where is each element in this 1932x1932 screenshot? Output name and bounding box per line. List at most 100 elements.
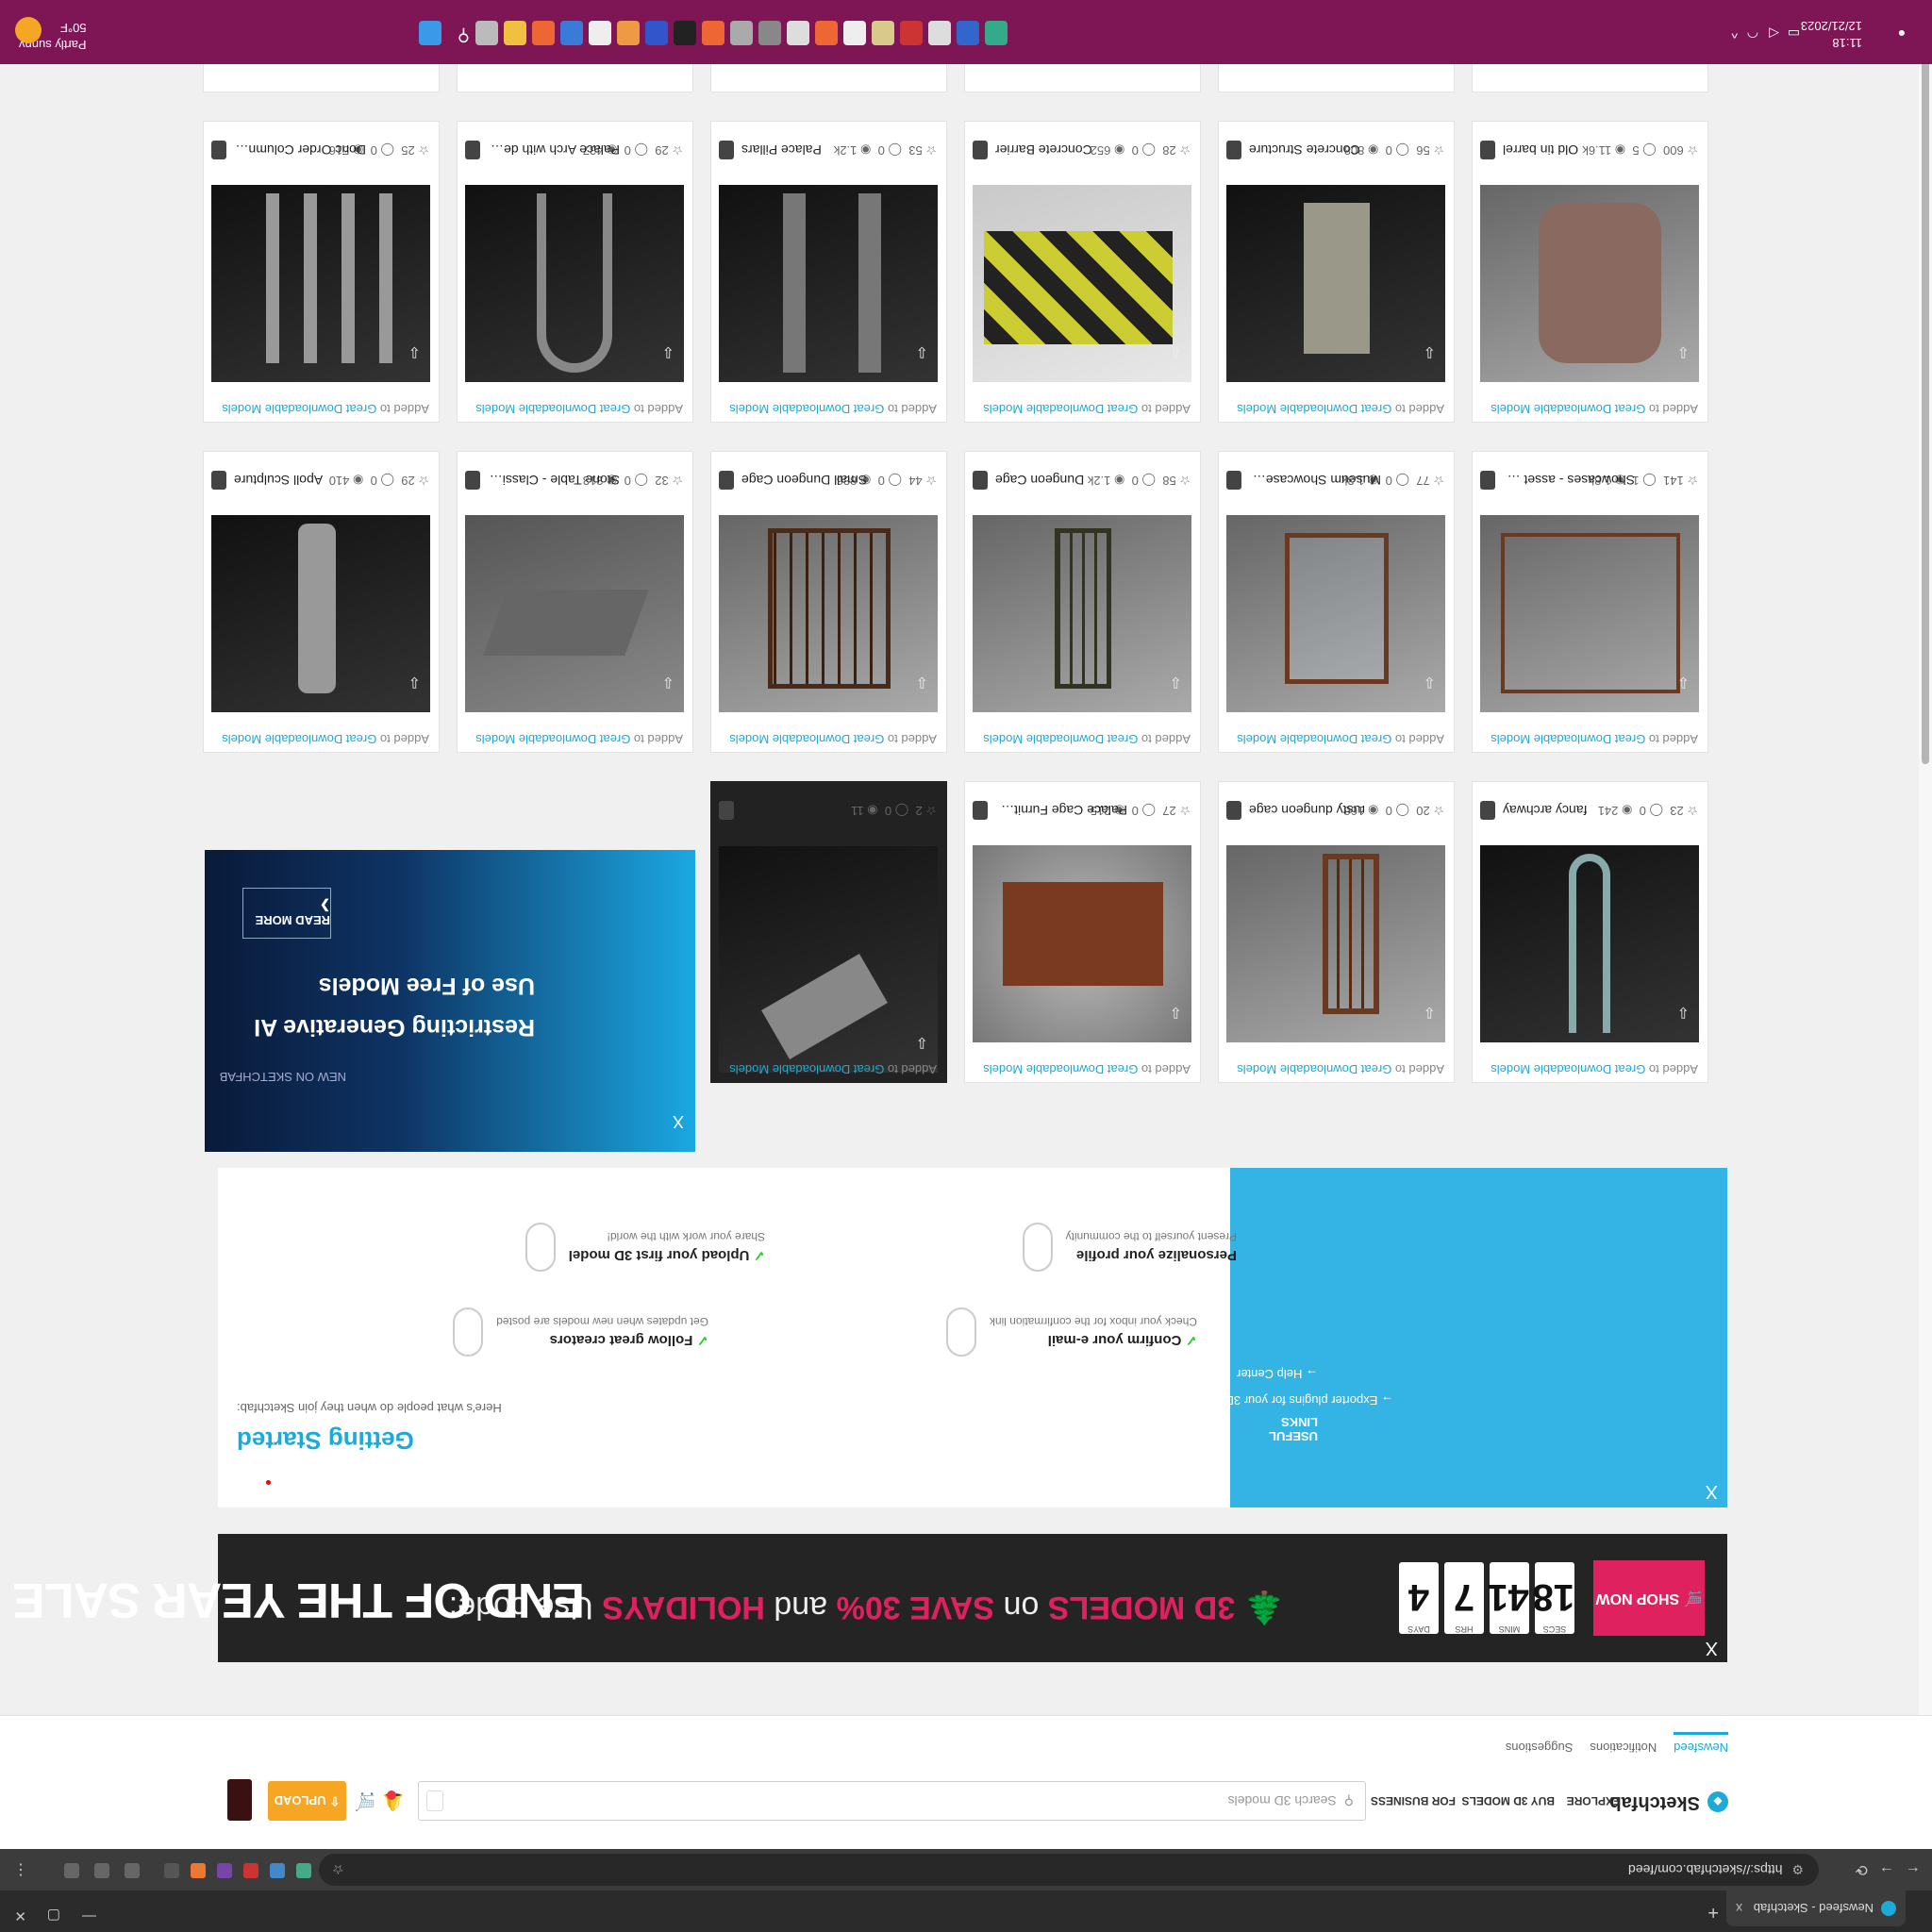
tab-close-icon[interactable]: x <box>1736 1901 1742 1916</box>
model-name[interactable]: Stone Table - Classical... <box>488 473 620 488</box>
collection-link[interactable]: Great Downloadable Models <box>1237 402 1391 416</box>
extension-icon[interactable] <box>164 1863 179 1878</box>
window-close-button[interactable]: ✕ <box>14 1907 26 1924</box>
browser-tab[interactable]: Newsfeed - Sketchfab x <box>1726 1890 1906 1926</box>
collection-link[interactable]: Great Downloadable Models <box>983 402 1138 416</box>
download-icon[interactable]: ⇩ <box>1677 342 1690 361</box>
notification-bell-icon[interactable]: ● <box>1898 26 1906 42</box>
tab-notifications[interactable]: Notifications <box>1590 1732 1657 1755</box>
maximize-button[interactable]: ▢ <box>47 1907 60 1924</box>
taskbar-app-icon[interactable] <box>872 21 894 45</box>
model-name[interactable]: Small Dungeon Cage <box>741 473 867 488</box>
collection-link[interactable]: Great Downloadable Models <box>475 732 630 746</box>
shop-now-button[interactable]: 🛒 SHOP NOW <box>1593 1560 1705 1636</box>
model-card[interactable]: ⇩ Added to Great Downloadable Models ☆ 44… <box>710 451 947 753</box>
model-name[interactable]: first person arms <box>741 803 840 818</box>
search-icon[interactable]: ⚲ <box>447 21 470 45</box>
model-name[interactable]: Old tin barrel <box>1503 142 1578 158</box>
nav-for-business[interactable]: FOR BUSINESS <box>1371 1794 1456 1807</box>
getting-started-close-button[interactable]: X <box>1706 1480 1718 1502</box>
side-panel-icon[interactable] <box>64 1863 79 1878</box>
taskbar-app-icon[interactable] <box>645 21 668 45</box>
task-confirm-email[interactable]: ✓Confirm your e-mail Check your inbox fo… <box>945 1307 1197 1357</box>
download-icon[interactable]: ⇩ <box>1424 1003 1436 1022</box>
download-icon[interactable]: ⇩ <box>916 342 928 361</box>
taskbar-app-icon[interactable] <box>702 21 724 45</box>
nav-explore[interactable]: EXPLORE <box>1567 1794 1621 1807</box>
creator-avatar[interactable] <box>1226 801 1241 820</box>
collection-link[interactable]: Great Downloadable Models <box>222 732 376 746</box>
creator-avatar[interactable] <box>973 141 988 159</box>
creator-avatar[interactable] <box>1480 141 1495 159</box>
battery-icon[interactable]: ▭ <box>1788 25 1800 42</box>
extension-icon[interactable] <box>191 1863 206 1878</box>
model-card[interactable]: ⇩ Added to Great Downloadable Models ☆ 53… <box>710 121 947 423</box>
model-card[interactable]: ⇩ Added to Great Downloadable Models ☆ 20… <box>1218 781 1455 1083</box>
taskbar-app-icon[interactable] <box>928 21 951 45</box>
sketchfab-logo[interactable]: ◆ Sketchfab <box>1609 1791 1728 1813</box>
model-name[interactable]: Concrete Barrier <box>995 142 1092 158</box>
download-icon[interactable]: ⇩ <box>1170 1003 1182 1022</box>
model-card[interactable]: ⇩ Added to Great Downloadable Models ☆ 25… <box>203 121 440 423</box>
creator-avatar[interactable] <box>719 141 734 159</box>
download-icon[interactable]: ⇩ <box>1424 342 1436 361</box>
model-name[interactable]: Showcases - asset p... <box>1503 473 1635 488</box>
search-input[interactable]: ⚲ Search 3D models <box>418 1781 1366 1821</box>
browser-menu-icon[interactable]: ⋮ <box>13 1860 28 1879</box>
taskbar-app-icon[interactable] <box>900 21 923 45</box>
creator-avatar[interactable] <box>465 141 480 159</box>
taskbar-app-icon[interactable] <box>957 21 979 45</box>
back-icon[interactable]: ← <box>1906 1862 1921 1879</box>
taskbar-app-icon[interactable] <box>758 21 781 45</box>
taskbar-app-icon[interactable] <box>787 21 809 45</box>
sale-close-button[interactable]: X <box>1706 1637 1718 1658</box>
nav-buy-3d-models[interactable]: BUY 3D MODELS <box>1462 1794 1555 1807</box>
collection-link[interactable]: Great Downloadable Models <box>1237 732 1391 746</box>
download-icon[interactable]: ⇩ <box>662 673 675 691</box>
site-info-icon[interactable]: ⚙ <box>1791 1862 1804 1878</box>
model-name[interactable]: fancy archway <box>1503 803 1587 818</box>
extension-icon[interactable] <box>296 1863 311 1878</box>
taskbar-app-icon[interactable] <box>560 21 583 45</box>
collection-link[interactable]: Great Downloadable Models <box>983 732 1138 746</box>
creator-avatar[interactable] <box>1226 141 1241 159</box>
creator-avatar[interactable] <box>973 801 988 820</box>
volume-icon[interactable]: ◁ <box>1769 25 1779 42</box>
model-name[interactable]: Concrete Structure <box>1249 142 1360 158</box>
creator-avatar[interactable] <box>973 471 988 490</box>
collection-link[interactable]: Great Downloadable Models <box>1237 1062 1391 1076</box>
creator-avatar[interactable] <box>1480 801 1495 820</box>
collection-link[interactable]: Great Downloadable Models <box>1491 402 1645 416</box>
creator-avatar[interactable] <box>1226 471 1241 490</box>
forward-icon[interactable]: → <box>1879 1862 1894 1879</box>
page-scrollbar[interactable] <box>1919 0 1932 1715</box>
collection-link[interactable]: Great Downloadable Models <box>1491 1062 1645 1076</box>
taskbar-app-icon[interactable] <box>730 21 753 45</box>
creator-avatar[interactable] <box>465 471 480 490</box>
collection-link[interactable]: Great Downloadable Models <box>475 402 630 416</box>
model-card[interactable]: ⇩ Added to Great Downloadable Models ☆ 28… <box>964 121 1201 423</box>
download-icon[interactable]: ⇩ <box>916 1033 928 1052</box>
model-card[interactable]: ⇩ Added to Great Downloadable Models ☆ 29… <box>203 451 440 753</box>
creator-avatar[interactable] <box>211 141 226 159</box>
collection-link[interactable]: Great Downloadable Models <box>729 1062 884 1076</box>
creator-avatar[interactable] <box>1480 471 1495 490</box>
creator-avatar[interactable] <box>719 801 734 820</box>
task-personalize-profile[interactable]: Personalize your profile Present yoursel… <box>1022 1223 1237 1272</box>
share-icon[interactable] <box>94 1863 109 1878</box>
download-icon[interactable]: ⇩ <box>1170 673 1182 691</box>
download-icon[interactable]: ⇩ <box>408 673 421 691</box>
model-name[interactable]: Apoll Sculpture <box>234 473 323 488</box>
task-follow-creators[interactable]: ✓Follow great creators Get updates when … <box>453 1307 708 1357</box>
tab-suggestions[interactable]: Suggestions <box>1506 1732 1574 1755</box>
creator-avatar[interactable] <box>211 471 226 490</box>
collection-link[interactable]: Great Downloadable Models <box>729 402 884 416</box>
model-card[interactable]: ⇩ Added to Great Downloadable Models ☆ 23… <box>1472 781 1708 1083</box>
model-card[interactable]: ⇩ Added to Great Downloadable Models ☆ 27… <box>964 781 1201 1083</box>
new-tab-button[interactable]: + <box>1707 1901 1719 1923</box>
collection-link[interactable]: Great Downloadable Models <box>983 1062 1138 1076</box>
blog-promo-card[interactable]: X NEW ON SKETCHFAB Restricting Generativ… <box>205 850 695 1152</box>
model-name[interactable]: Palace Arch with deco... <box>488 142 620 158</box>
model-card[interactable]: ⇩ Added to Great Downloadable Models ☆ 60… <box>1472 121 1708 423</box>
model-name[interactable]: Doric Order Columns ... <box>234 142 366 158</box>
